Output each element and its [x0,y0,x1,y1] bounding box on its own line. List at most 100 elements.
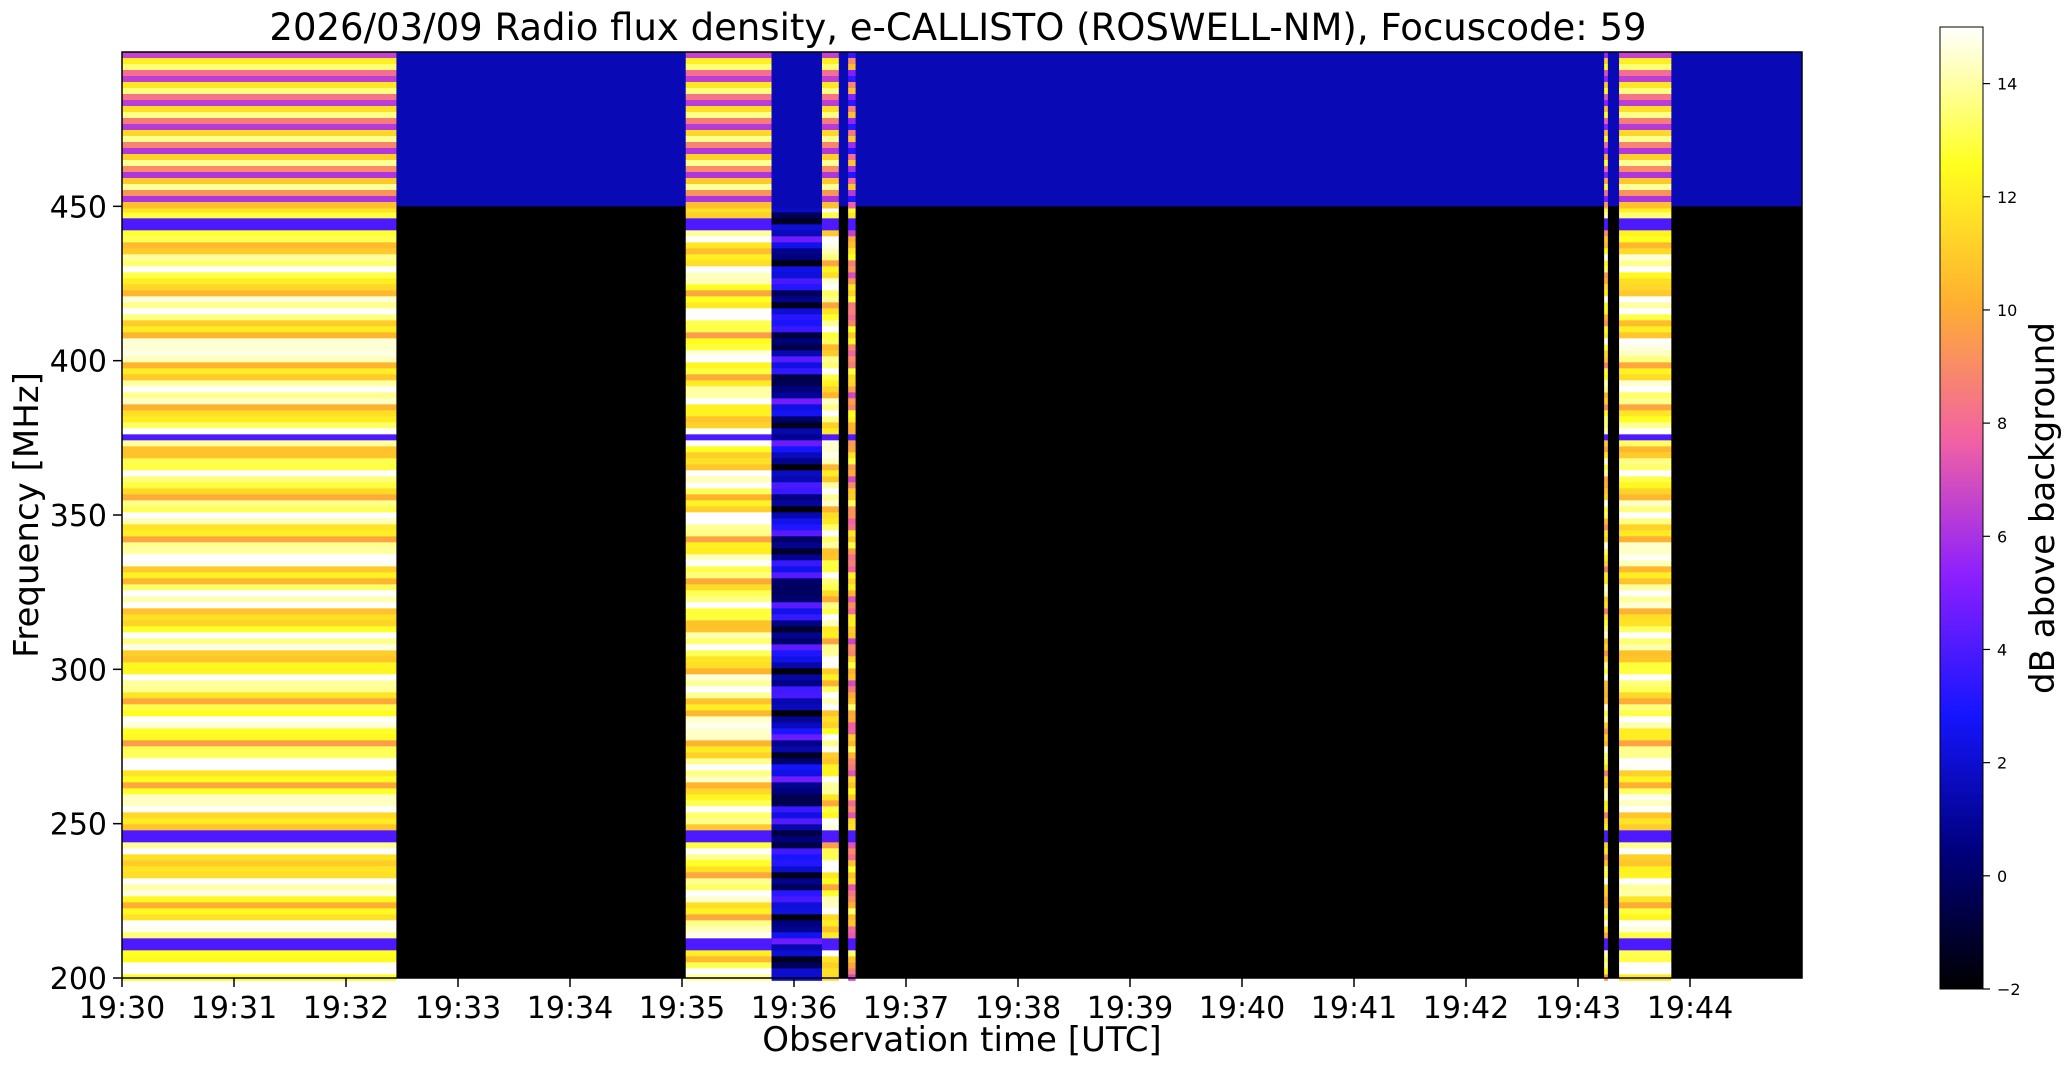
heatmap-cell [122,452,397,459]
heatmap-cell [122,638,397,645]
heatmap-cell [848,374,856,381]
heatmap-cell [771,632,822,639]
heatmap-cell [685,578,772,585]
heatmap-cell [771,464,822,471]
heatmap-cell [1619,64,1672,71]
heatmap-cell [122,260,397,267]
heatmap-cell [848,620,856,627]
heatmap-cell [122,422,397,429]
heatmap-cell [822,512,839,519]
heatmap-cell [1619,554,1672,561]
heatmap-cell [1604,590,1608,597]
heatmap-cell [1604,824,1608,831]
heatmap-cell [1604,788,1608,795]
heatmap-cell [1604,106,1608,113]
heatmap-cell [1604,320,1608,327]
heatmap-cell [1604,76,1608,83]
heatmap-cell [822,932,839,939]
heatmap-cell [1604,148,1608,155]
heatmap-cell [848,848,856,855]
heatmap-cell [822,94,839,101]
heatmap-cell [122,548,397,555]
heatmap-cell [848,800,856,807]
heatmap-cell [685,770,772,777]
heatmap-cell [122,860,397,867]
heatmap-cell [848,932,856,939]
heatmap-cell [771,908,822,915]
heatmap-cell [1604,52,1608,59]
heatmap-cell [1604,710,1608,717]
heatmap-cell [122,824,397,831]
heatmap-cell [1604,488,1608,495]
heatmap-cell [848,782,856,789]
heatmap-cell [122,740,397,747]
heatmap-cell [1604,728,1608,735]
heatmap-cell [122,854,397,861]
heatmap-cell [1619,272,1672,279]
heatmap-cell [122,956,397,963]
heatmap-cell [822,848,839,855]
heatmap-cell [122,542,397,549]
heatmap-cell [771,638,822,645]
heatmap-cell [685,386,772,393]
heatmap-cell [1619,890,1672,897]
heatmap-cell [122,782,397,789]
heatmap-cell [1604,260,1608,267]
heatmap-cell [848,722,856,729]
heatmap-cell [771,422,822,429]
heatmap-cell [771,914,822,921]
heatmap-cell [822,160,839,167]
heatmap-cell [848,674,856,681]
x-tick-label: 19:33 [415,991,501,1026]
heatmap-cell [771,118,822,125]
heatmap-cell [1619,52,1672,59]
heatmap-cell [122,428,397,435]
heatmap-cell [1619,284,1672,291]
heatmap-cell [1619,542,1672,549]
heatmap-cell [822,938,839,945]
colorbar-ticks: −2 0 2 4 6 8 10 12 14 [1983,75,2021,999]
heatmap-cell [122,566,397,573]
heatmap-cell [1619,118,1672,125]
heatmap-cell [771,662,822,669]
heatmap-cell [1604,124,1608,131]
heatmap-cell [848,578,856,585]
chart-title: 2026/03/09 Radio flux density, e-CALLIST… [269,6,1646,49]
heatmap-cell [848,88,856,95]
heatmap-cell [848,160,856,167]
heatmap-cell [1604,190,1608,197]
heatmap-cell [822,626,839,633]
heatmap-cell [848,698,856,705]
heatmap-cell [822,872,839,879]
heatmap-cell [848,614,856,621]
heatmap-cell [1604,344,1608,351]
colorbar-tick-label: 10 [1997,301,2017,320]
heatmap-cell [1619,464,1672,471]
heatmap-cell [1604,578,1608,585]
heatmap-cell [771,100,822,107]
heatmap-cell [685,76,772,83]
heatmap-cell [771,770,822,777]
heatmap-cell [822,368,839,375]
heatmap-cell [685,302,772,309]
heatmap-cell [771,254,822,261]
heatmap-cell [822,296,839,303]
heatmap-cell [822,482,839,489]
heatmap-cell [1619,884,1672,891]
heatmap-cell [848,212,856,219]
x-tick-label: 19:41 [1311,991,1397,1026]
heatmap-cell [1619,722,1672,729]
heatmap-cell [1604,908,1608,915]
heatmap-cell [1619,100,1672,107]
heatmap-cell [1619,362,1672,369]
heatmap-cell [122,458,397,465]
heatmap-cell [822,212,839,219]
heatmap-cell [1619,656,1672,663]
heatmap-cell [685,806,772,813]
heatmap-cell [685,656,772,663]
heatmap-cell [122,392,397,399]
heatmap-cell [822,230,839,237]
heatmap-cell [1604,542,1608,549]
heatmap-cell [822,950,839,957]
heatmap-cell [122,166,397,173]
